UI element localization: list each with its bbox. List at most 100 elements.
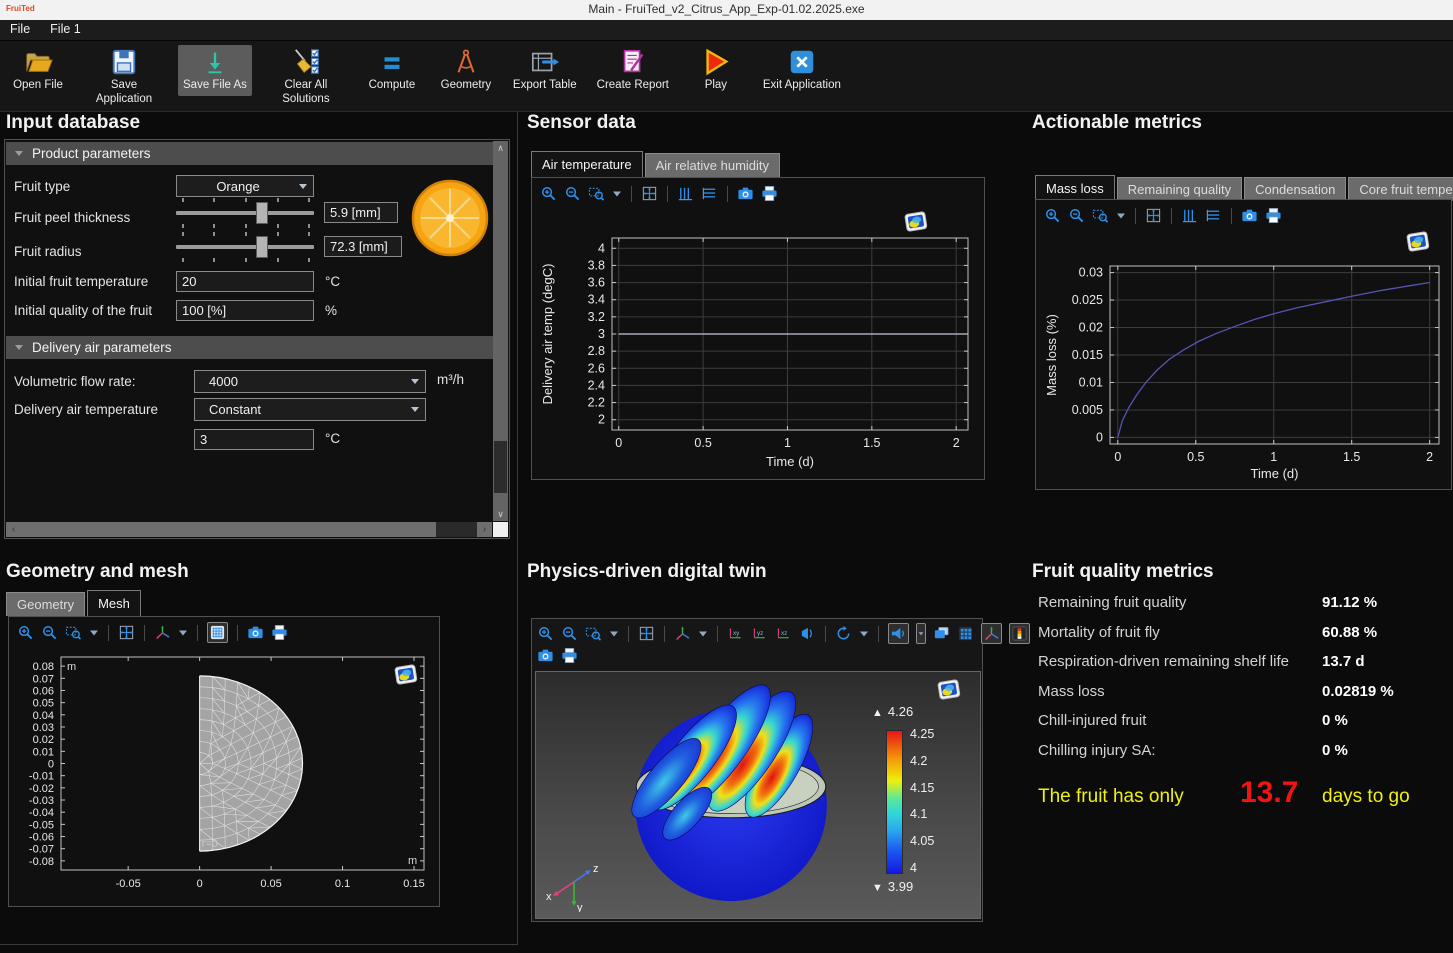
zoom-out-icon[interactable] (1068, 207, 1085, 224)
light-icon[interactable] (799, 625, 816, 642)
fit-view-icon[interactable] (118, 624, 135, 641)
mesh-grid-icon[interactable] (207, 622, 228, 643)
tab-core-fruit-temperature[interactable]: Core fruit temperature (1348, 177, 1453, 201)
caret-down-icon[interactable] (178, 624, 188, 641)
zoom-out-icon[interactable] (561, 625, 578, 642)
printer-icon[interactable] (561, 647, 578, 664)
printer-icon[interactable] (761, 185, 778, 202)
slider-handle[interactable] (256, 236, 268, 258)
massloss-chart[interactable]: 00.511.5200.0050.010.0150.020.0250.03Tim… (1036, 252, 1453, 493)
peel-thickness-slider[interactable] (176, 198, 314, 228)
menu-item-file[interactable]: File (0, 20, 40, 41)
zoom-box-icon[interactable] (585, 625, 602, 642)
tab-condensation[interactable]: Condensation (1244, 177, 1346, 201)
zoom-box-icon[interactable] (588, 185, 605, 202)
view-xy-icon[interactable]: xy (727, 625, 744, 642)
peel-thickness-value[interactable]: 5.9 [mm] (324, 202, 398, 223)
printer-icon[interactable] (1265, 207, 1282, 224)
zoom-in-icon[interactable] (17, 624, 34, 641)
tab-mesh[interactable]: Mesh (87, 590, 141, 616)
zoom-in-icon[interactable] (540, 185, 557, 202)
camera-icon[interactable] (247, 624, 264, 641)
caret-down-icon[interactable] (916, 623, 926, 644)
constant-temp-input[interactable]: 3 (194, 429, 314, 450)
geometry-button[interactable]: Geometry (434, 45, 498, 96)
initial-temp-input[interactable]: 20 (176, 271, 314, 292)
scroll-left-icon[interactable]: ‹ (6, 522, 21, 537)
product-parameters-header[interactable]: Product parameters (6, 142, 493, 165)
toolbar-button-label: Exit Application (763, 79, 841, 93)
speaker-icon[interactable] (888, 623, 909, 644)
initial-quality-input[interactable]: 100 [%] (176, 300, 314, 321)
export-table-button[interactable]: Export Table (508, 45, 582, 96)
slider-tick (182, 258, 184, 262)
scroll-down-icon[interactable]: ∨ (493, 507, 508, 521)
zoom-out-icon[interactable] (564, 185, 581, 202)
tab-remaining-quality[interactable]: Remaining quality (1117, 177, 1242, 201)
save-application-button[interactable]: Save Application (80, 45, 168, 109)
slider-track[interactable] (176, 245, 314, 249)
printer-icon[interactable] (271, 624, 288, 641)
play-button[interactable]: Play (684, 45, 748, 96)
colorbar-icon[interactable] (1009, 623, 1030, 644)
fruit-radius-value[interactable]: 72.3 [mm] (324, 236, 402, 257)
vertical-scrollbar[interactable]: ∧ ∨ (493, 141, 508, 521)
tab-air-relative-humidity[interactable]: Air relative humidity (645, 153, 780, 177)
fruit-type-dropdown[interactable]: Orange (176, 175, 314, 197)
open-file-button[interactable]: Open File (6, 45, 70, 96)
save-file-as-button[interactable]: Save File As (178, 45, 252, 96)
fit-view-icon[interactable] (641, 185, 658, 202)
caret-down-icon[interactable] (859, 625, 869, 642)
rotate-icon[interactable] (835, 625, 852, 642)
y-grid-icon[interactable] (677, 185, 694, 202)
scroll-right-icon[interactable]: › (477, 522, 492, 537)
fit-view-icon[interactable] (1145, 207, 1162, 224)
mesh-plot[interactable]: -0.0500.050.10.150.080.070.060.050.040.0… (11, 647, 437, 908)
x-grid-icon[interactable] (1205, 207, 1222, 224)
slider-handle[interactable] (256, 202, 268, 224)
horizontal-scrollbar[interactable]: ‹ › (6, 522, 492, 537)
fit-view-icon[interactable] (638, 625, 655, 642)
scrollbar-thumb[interactable] (21, 522, 436, 537)
tab-geometry[interactable]: Geometry (6, 592, 85, 616)
tab-air-temperature[interactable]: Air temperature (531, 151, 643, 177)
clear-all-solutions-button[interactable]: Clear All Solutions (262, 45, 350, 109)
caret-down-icon[interactable] (698, 625, 708, 642)
sensor-chart[interactable]: 00.511.5222.22.42.62.833.23.43.63.84Time… (532, 226, 984, 481)
camera-icon[interactable] (537, 647, 554, 664)
view-xz-icon[interactable]: xz (775, 625, 792, 642)
y-grid-icon[interactable] (1181, 207, 1198, 224)
tab-mass-loss[interactable]: Mass loss (1035, 175, 1115, 201)
caret-down-icon[interactable] (612, 185, 622, 202)
zoom-in-icon[interactable] (537, 625, 554, 642)
camera-icon[interactable] (737, 185, 754, 202)
scroll-up-icon[interactable]: ∧ (493, 141, 508, 155)
caret-down-icon[interactable] (609, 625, 619, 642)
zoom-out-icon[interactable] (41, 624, 58, 641)
axis-triad-icon[interactable] (981, 623, 1002, 644)
menu-item-file-1[interactable]: File 1 (40, 20, 91, 41)
view-yz-icon[interactable]: yz (751, 625, 768, 642)
scene-icon[interactable] (933, 625, 950, 642)
delivery-temp-dropdown[interactable]: Constant (194, 398, 426, 421)
zoom-box-icon[interactable] (65, 624, 82, 641)
slider-track[interactable] (176, 211, 314, 215)
axis-triad-icon[interactable] (674, 625, 691, 642)
x-grid-icon[interactable] (701, 185, 718, 202)
twin-viewport[interactable]: ▲4.264.254.24.154.14.054▼3.99 x y z (535, 671, 981, 919)
delivery-air-header[interactable]: Delivery air parameters (6, 336, 493, 359)
zoom-in-icon[interactable] (1044, 207, 1061, 224)
caret-down-icon[interactable] (1116, 207, 1126, 224)
compute-button[interactable]: Compute (360, 45, 424, 96)
svg-text:3.6: 3.6 (588, 276, 605, 290)
camera-icon[interactable] (1241, 207, 1258, 224)
axis-triad-icon[interactable] (154, 624, 171, 641)
caret-down-icon[interactable] (89, 624, 99, 641)
zoom-box-icon[interactable] (1092, 207, 1109, 224)
flow-rate-dropdown[interactable]: 4000 (194, 370, 426, 393)
fruit-radius-slider[interactable] (176, 232, 314, 262)
grid-icon[interactable] (957, 625, 974, 642)
scrollbar-thumb[interactable] (494, 441, 507, 493)
create-report-button[interactable]: Create Report (592, 45, 674, 96)
exit-application-button[interactable]: Exit Application (758, 45, 846, 96)
